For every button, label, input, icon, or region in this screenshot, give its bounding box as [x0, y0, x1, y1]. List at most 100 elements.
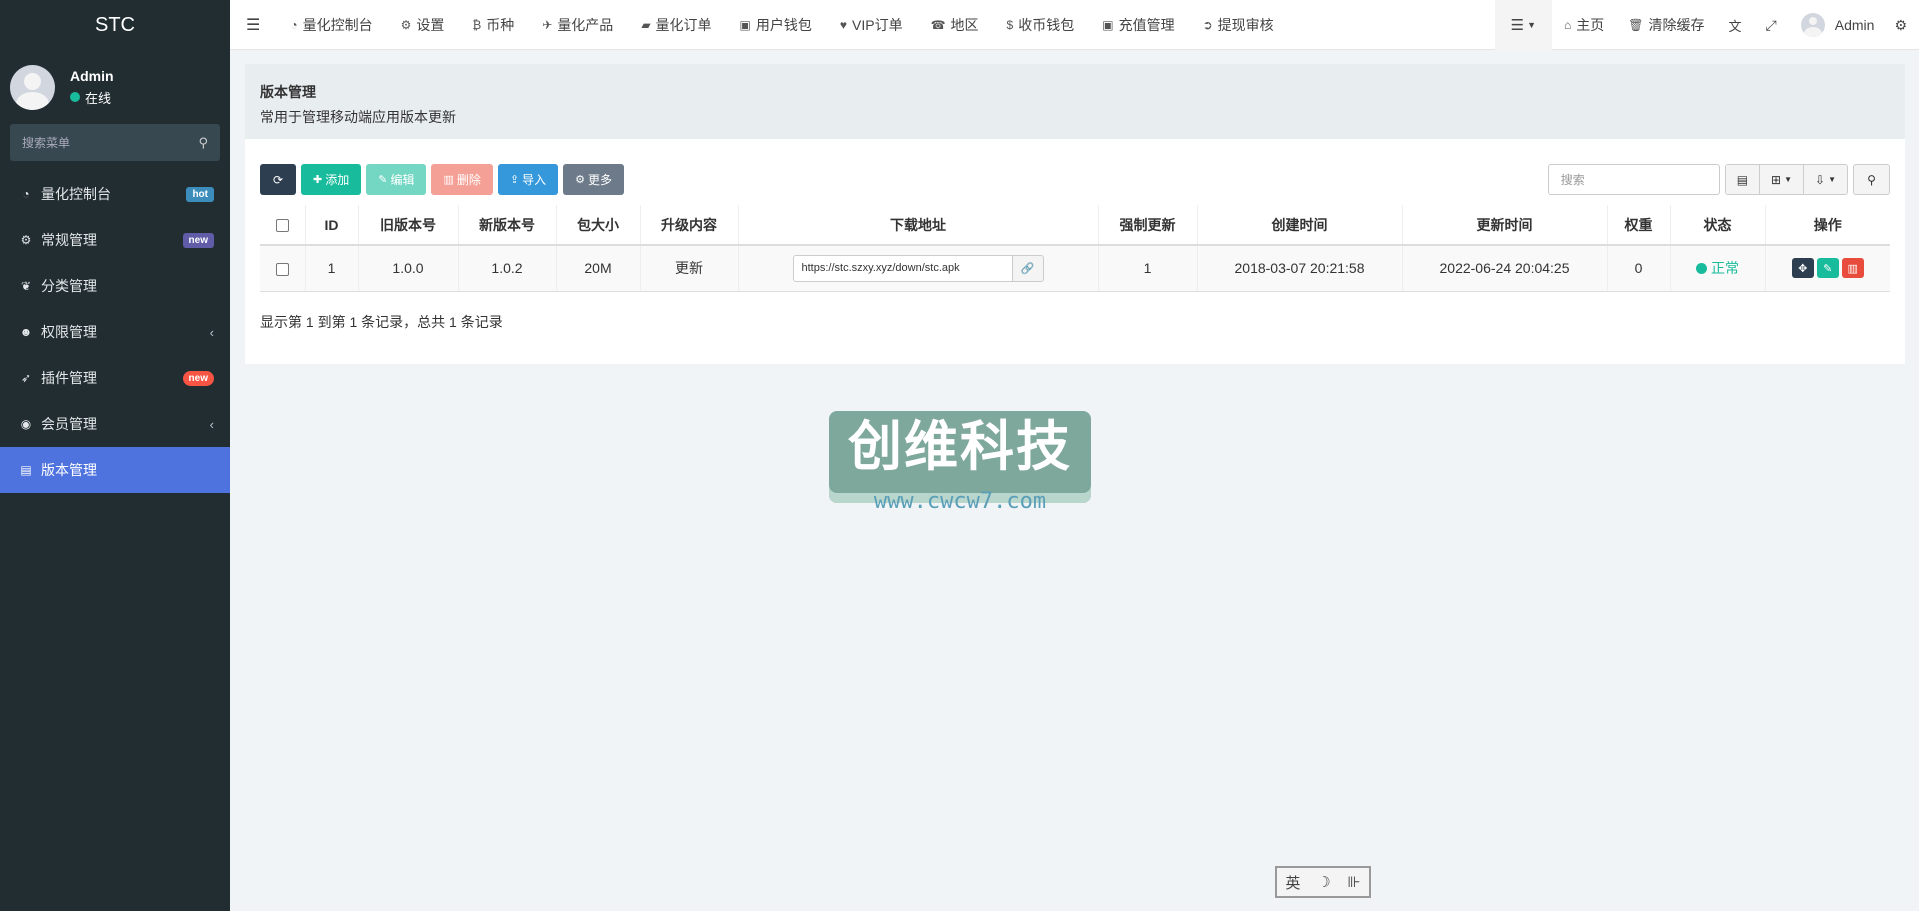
- nav-tab-vip[interactable]: ♥ VIP订单: [826, 0, 917, 50]
- heart-circle-icon: ♥: [839, 17, 848, 32]
- row-actions: ✥ ✎ ▥: [1791, 258, 1864, 279]
- more-button[interactable]: ⚙ 更多: [563, 164, 625, 195]
- table-header-row: ID 旧版本号 新版本号 包大小 升级内容 下载地址 强制更新 创建时间 更新时…: [260, 205, 1890, 246]
- refresh-button[interactable]: ⟳: [260, 164, 296, 195]
- table-search-input[interactable]: [1547, 164, 1720, 195]
- avatar: [1800, 13, 1825, 37]
- export-dropdown[interactable]: ⇩ ▼: [1804, 165, 1847, 194]
- control-sidebar-toggle[interactable]: ⚙: [1886, 0, 1919, 50]
- nav-tab-settings[interactable]: ⚙ 设置: [387, 0, 459, 50]
- caret-down-icon: ▼: [1527, 20, 1537, 30]
- nav-tab-orders[interactable]: ▰ 量化订单: [627, 0, 725, 50]
- brand-logo[interactable]: STC: [0, 0, 230, 50]
- sidebar-toggle-button[interactable]: ☰: [230, 0, 276, 50]
- cogs-icon: ⚙: [1894, 16, 1907, 33]
- money-icon: ▣: [1102, 17, 1114, 32]
- col-weight[interactable]: 权重: [1607, 205, 1671, 246]
- row-delete-button[interactable]: ▥: [1841, 258, 1864, 279]
- nav-tab-coin[interactable]: ₿ 币种: [458, 0, 528, 50]
- row-edit-button[interactable]: ✎: [1816, 258, 1839, 279]
- sidebar-search-input[interactable]: [22, 135, 172, 150]
- drag-sort-button[interactable]: ✥: [1791, 258, 1814, 279]
- fullscreen-button[interactable]: ⤢: [1754, 0, 1789, 50]
- clear-cache-button[interactable]: 🗑 清除缓存: [1616, 0, 1716, 50]
- columns-dropdown[interactable]: ⊞ ▼: [1760, 165, 1805, 194]
- col-size[interactable]: 包大小: [556, 205, 641, 246]
- arrows-icon: ✥: [1798, 262, 1808, 275]
- nav-tab-region[interactable]: ☎ 地区: [917, 0, 993, 50]
- sidebar-item-dashboard[interactable]: ◔ 量化控制台 hot: [0, 171, 230, 217]
- nav-tab-recharge[interactable]: ▣ 充值管理: [1088, 0, 1188, 50]
- moon-icon[interactable]: ☽: [1317, 873, 1330, 891]
- sidebar-item-category[interactable]: ❦ 分类管理: [0, 263, 230, 309]
- sidebar-item-version[interactable]: ▤ 版本管理: [0, 447, 230, 493]
- select-all-checkbox[interactable]: [275, 219, 289, 233]
- col-updated[interactable]: 更新时间: [1402, 205, 1608, 246]
- cell-created: 2018-03-07 20:21:58: [1197, 245, 1403, 292]
- online-dot-icon: [70, 92, 80, 102]
- home-link[interactable]: ⌂ 主页: [1552, 0, 1616, 50]
- language-button[interactable]: 文: [1717, 0, 1754, 50]
- ime-punct-icon[interactable]: ⊪: [1348, 873, 1361, 891]
- row-checkbox[interactable]: [275, 263, 289, 277]
- sidebar: STC Admin 在线 ⚲ ◔ 量化控制台 hot ⚙ 常规管理 new ❦ …: [0, 0, 230, 911]
- pencil-icon: ✎: [1823, 262, 1833, 275]
- list-icon: ☰: [1510, 17, 1525, 34]
- new-badge: new: [182, 370, 214, 386]
- col-operate: 操作: [1765, 205, 1890, 246]
- table-row[interactable]: 1 1.0.0 1.0.2 20M 更新 🔗 1 2018-03-07 20:2…: [260, 245, 1890, 292]
- ime-toolbar[interactable]: 英 ☽ ⊪: [1275, 866, 1371, 898]
- caret-down-icon: ▼: [1828, 175, 1836, 184]
- search-icon[interactable]: ⚲: [198, 135, 208, 151]
- user-avatar: [10, 64, 55, 110]
- user-menu[interactable]: Admin: [1789, 0, 1887, 50]
- col-status[interactable]: 状态: [1670, 205, 1766, 246]
- nav-tab-withdraw[interactable]: ➲ 提现审核: [1189, 0, 1288, 50]
- nav-tab-dashboard[interactable]: ◔ 量化控制台: [276, 0, 386, 50]
- url-input-group: 🔗: [792, 254, 1044, 282]
- multitab-dropdown[interactable]: ☰ ▼: [1494, 0, 1553, 50]
- select-all-checkbox-cell: [260, 205, 306, 246]
- col-new-version[interactable]: 新版本号: [458, 205, 557, 246]
- sidebar-search: ⚲: [10, 124, 220, 161]
- nav-tab-wallet[interactable]: ▣ 用户钱包: [726, 0, 826, 50]
- col-content[interactable]: 升级内容: [640, 205, 739, 246]
- grid-icon: ⊞: [1771, 172, 1782, 187]
- col-old-version[interactable]: 旧版本号: [358, 205, 459, 246]
- import-button[interactable]: ⇪ 导入: [497, 164, 559, 195]
- cell-download-url: 🔗: [738, 245, 1099, 292]
- edit-button[interactable]: ✎ 编辑: [366, 164, 427, 195]
- open-link-button[interactable]: 🔗: [1012, 254, 1044, 282]
- hot-badge: hot: [186, 186, 214, 202]
- gear-icon: ⚙: [400, 17, 412, 32]
- sidebar-item-member[interactable]: ◉ 会员管理 ‹: [0, 401, 230, 447]
- panel-heading: 版本管理 常用于管理移动端应用版本更新: [245, 64, 1905, 139]
- download-url-field[interactable]: [792, 254, 1013, 282]
- bars-icon: ☰: [246, 16, 261, 34]
- watermark-url: www.cwcw7.com: [873, 489, 1047, 514]
- page-description: 常用于管理移动端应用版本更新: [260, 109, 456, 125]
- col-force-update[interactable]: 强制更新: [1098, 205, 1198, 246]
- delete-button[interactable]: ▥ 删除: [431, 164, 493, 195]
- col-id[interactable]: ID: [305, 205, 359, 246]
- table-tools: ▤ ⊞▼ ⇩▼ ⚲: [1547, 164, 1890, 195]
- col-download-url[interactable]: 下载地址: [738, 205, 1099, 246]
- nav-tab-receive-wallet[interactable]: $ 收币钱包: [993, 0, 1089, 50]
- nav-tab-products[interactable]: ✈ 量化产品: [528, 0, 627, 50]
- caret-down-icon: ▼: [1784, 175, 1793, 184]
- nav-right: ☰ ▼ ⌂ 主页 🗑 清除缓存 文 ⤢ Admin ⚙: [1494, 0, 1919, 50]
- arrow-circle-icon: ➲: [1202, 17, 1213, 32]
- status-dot-icon: [1696, 262, 1707, 274]
- common-search-button[interactable]: ⚲: [1853, 164, 1890, 195]
- trash-icon: 🗑: [1628, 18, 1644, 32]
- export-icon: ⇩: [1815, 172, 1826, 187]
- trash-icon: ▥: [1847, 262, 1858, 275]
- sidebar-item-addon[interactable]: ➶ 插件管理 new: [0, 355, 230, 401]
- sidebar-item-general[interactable]: ⚙ 常规管理 new: [0, 217, 230, 263]
- ime-mode-label[interactable]: 英: [1285, 872, 1300, 893]
- col-created[interactable]: 创建时间: [1197, 205, 1403, 246]
- add-button[interactable]: ✚ 添加: [301, 164, 362, 195]
- sidebar-item-auth[interactable]: ☻ 权限管理 ‹: [0, 309, 230, 355]
- card-view-button[interactable]: ▤: [1725, 165, 1761, 194]
- rocket-icon: ➶: [20, 371, 32, 385]
